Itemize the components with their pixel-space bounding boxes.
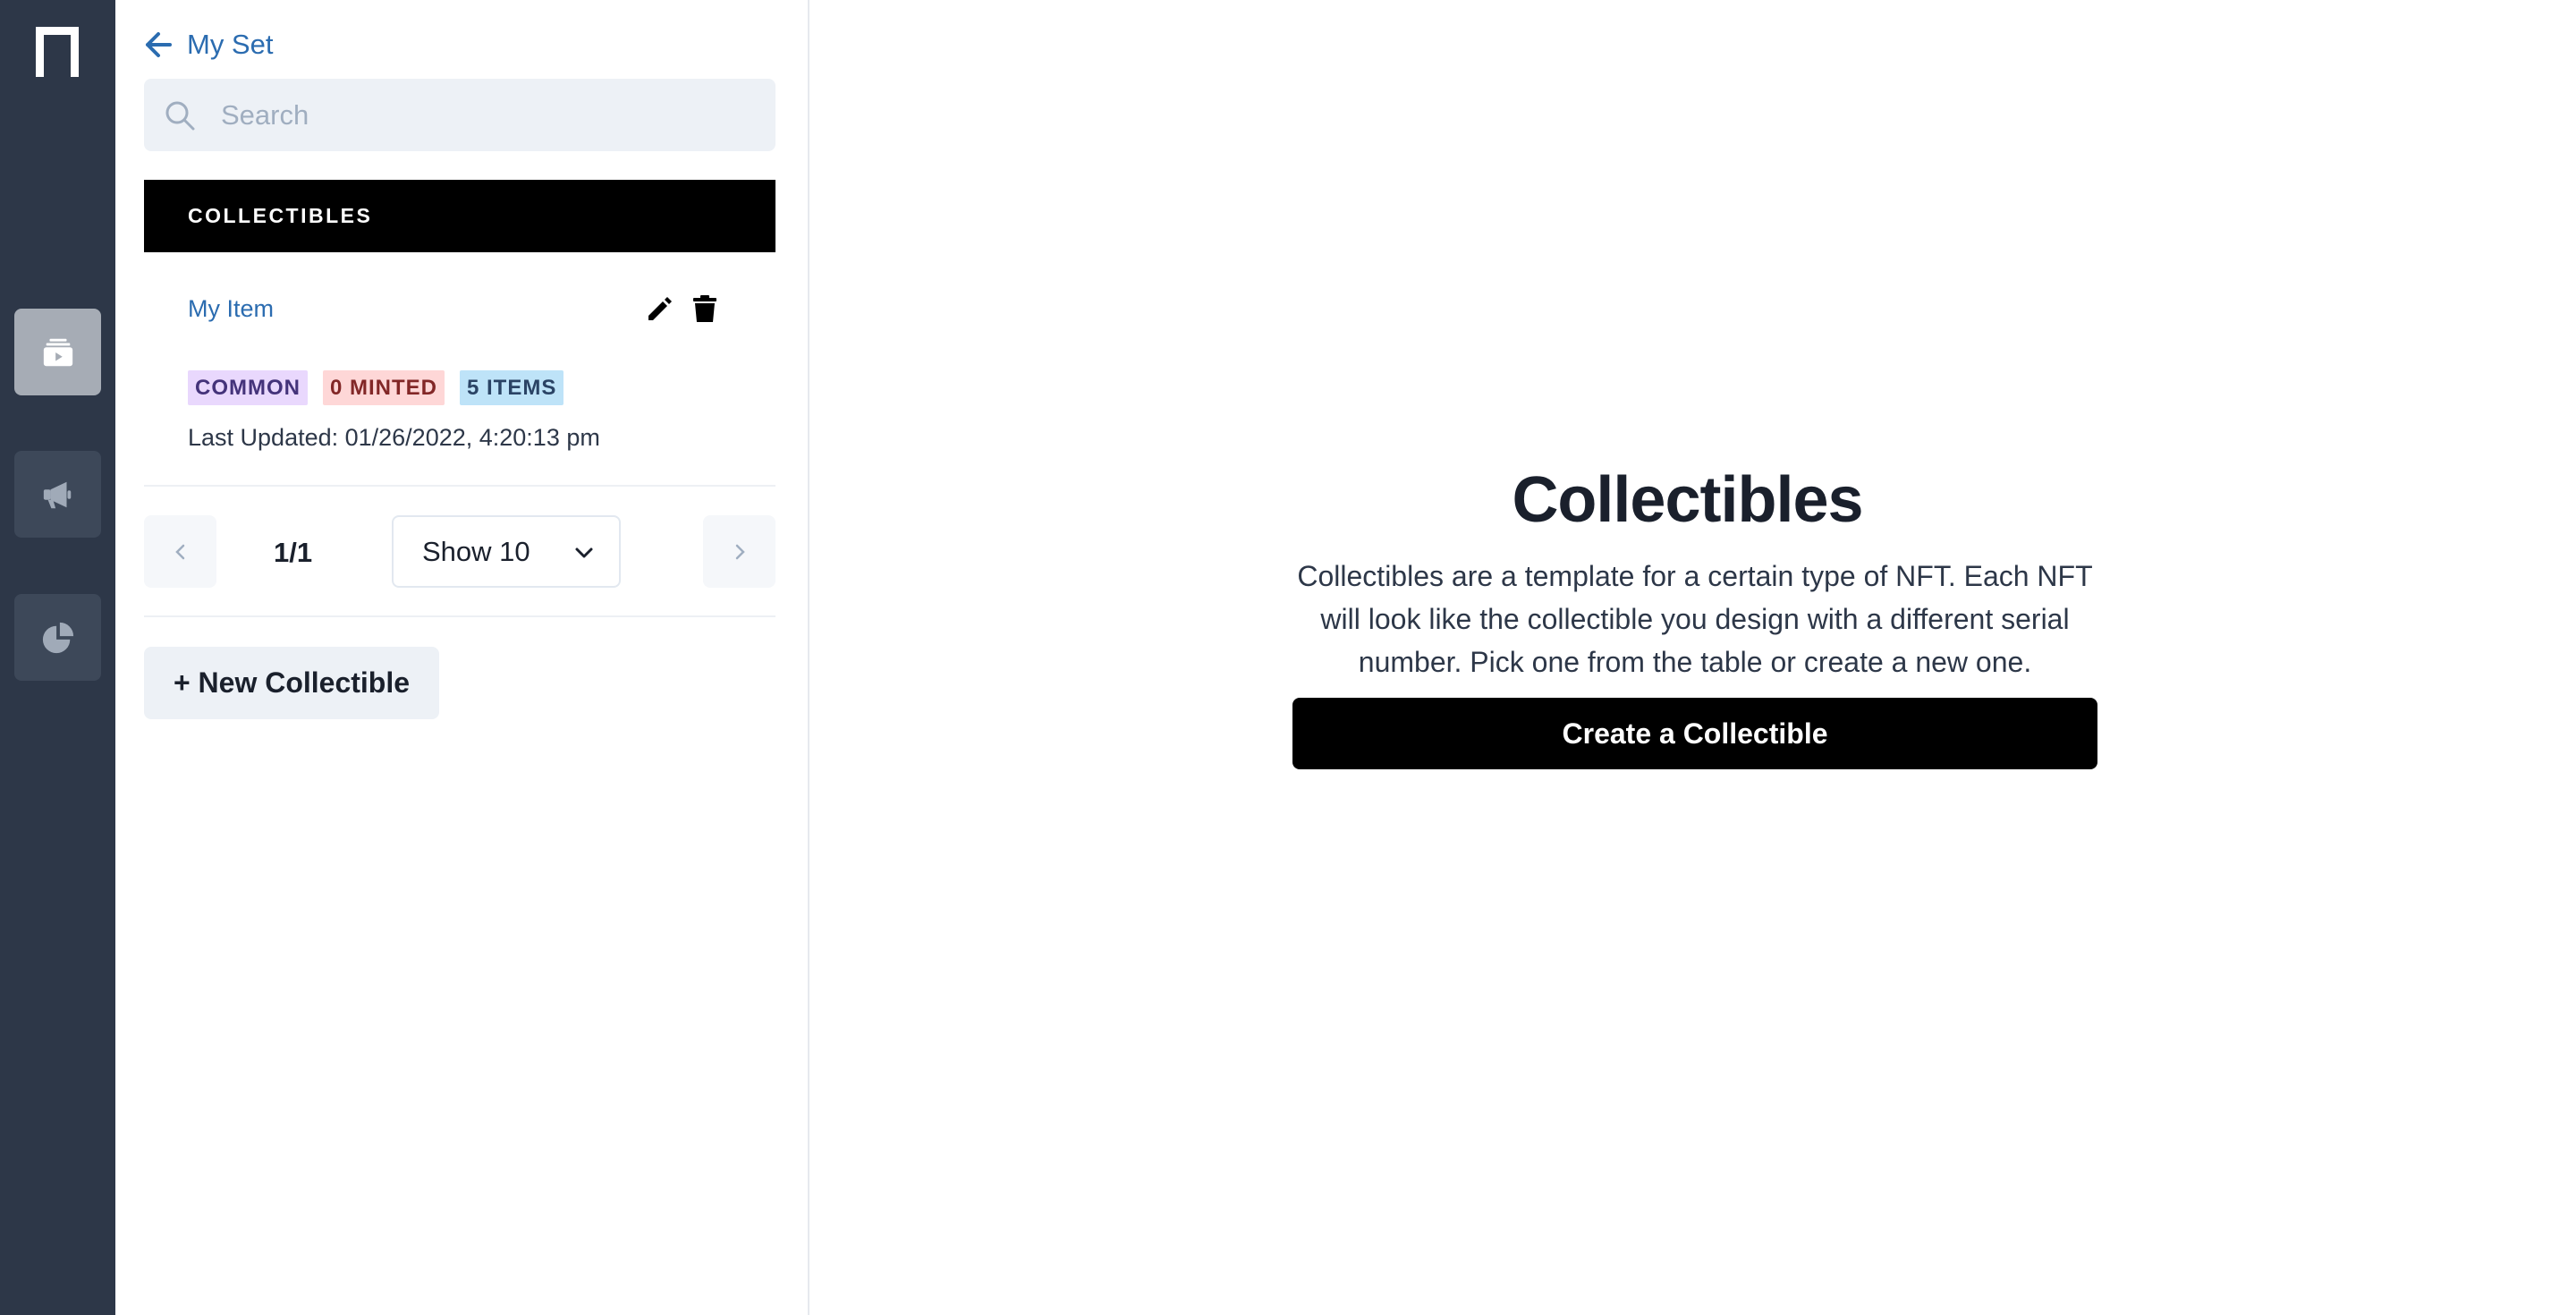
page-title: Collectibles	[1512, 464, 1863, 536]
megaphone-icon	[43, 481, 71, 508]
pagination: 1/1 Show 10	[144, 487, 775, 617]
new-collectible-button[interactable]: + New Collectible	[144, 647, 439, 719]
back-link-label: My Set	[187, 29, 274, 60]
minted-badge: 0 MINTED	[322, 370, 445, 405]
search-input[interactable]	[219, 98, 756, 132]
item-badges: COMMON 0 MINTED 5 ITEMS	[188, 370, 564, 405]
search-box[interactable]	[144, 79, 775, 151]
trash-icon	[693, 295, 716, 322]
page-size-value: Show 10	[422, 535, 530, 567]
pie-chart-icon	[42, 622, 73, 653]
prev-page-button[interactable]	[144, 515, 216, 588]
rail-item-analytics[interactable]	[14, 594, 101, 681]
search-icon	[165, 101, 195, 130]
item-actions	[645, 293, 720, 324]
section-header: COLLECTIBLES	[144, 180, 775, 252]
rail-item-campaigns[interactable]	[14, 451, 101, 538]
delete-button[interactable]	[690, 293, 720, 324]
create-collectible-button[interactable]: Create a Collectible	[1292, 698, 2097, 769]
rail-item-collectibles[interactable]	[14, 309, 101, 395]
chevron-right-icon	[735, 544, 745, 559]
ticket-icon	[43, 338, 72, 366]
next-page-button[interactable]	[703, 515, 775, 588]
main-content: Collectibles Collectibles are a template…	[809, 0, 2576, 1315]
chevron-down-icon	[575, 547, 593, 558]
pencil-icon	[648, 297, 672, 320]
edit-button[interactable]	[645, 293, 675, 324]
chevron-left-icon	[174, 544, 184, 559]
page-indicator: 1/1	[274, 537, 313, 568]
page-size-select[interactable]: Show 10	[392, 515, 621, 588]
collectibles-panel: My Set COLLECTIBLES My Item	[115, 0, 809, 1315]
rarity-badge: COMMON	[188, 370, 308, 405]
app-root: My Set COLLECTIBLES My Item	[0, 0, 2576, 1315]
list-item[interactable]: My Item COMMON 0 MINTED 5 ITEMS Last Upd…	[144, 252, 775, 487]
logo-icon[interactable]	[32, 21, 82, 77]
items-count-badge: 5 ITEMS	[460, 370, 564, 405]
back-link[interactable]: My Set	[144, 27, 273, 63]
arrow-left-icon	[146, 32, 172, 57]
item-name-link[interactable]: My Item	[188, 295, 274, 323]
empty-state-description: Collectibles are a template for a certai…	[1297, 560, 2093, 678]
last-updated-text: Last Updated: 01/26/2022, 4:20:13 pm	[188, 424, 600, 451]
icon-rail	[0, 0, 115, 1315]
